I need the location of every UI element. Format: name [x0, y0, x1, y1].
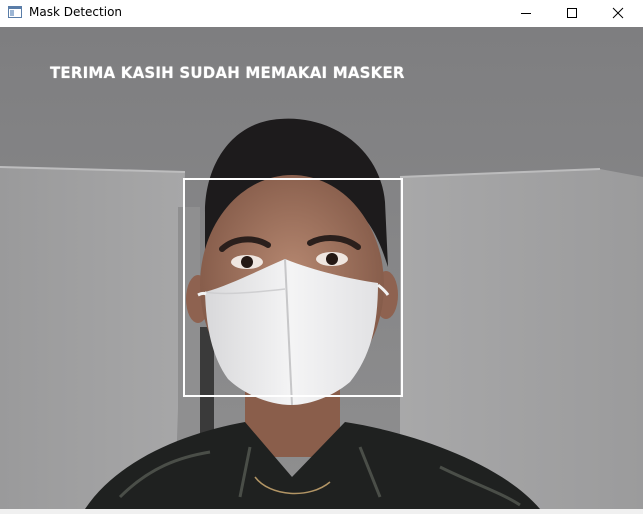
- title-bar[interactable]: Mask Detection: [0, 0, 643, 26]
- mask-detection-window: Mask Detection TERIMA KASIH SUDAH MEMAKA…: [0, 0, 643, 514]
- minimize-icon: [521, 13, 531, 14]
- mask-status-message: TERIMA KASIH SUDAH MEMAKAI MASKER: [50, 63, 405, 83]
- window-bottom-border: [0, 509, 643, 514]
- face-detection-box: [183, 178, 403, 397]
- window-title: Mask Detection: [29, 5, 123, 19]
- app-window-icon: [8, 6, 22, 18]
- camera-feed: TERIMA KASIH SUDAH MEMAKAI MASKER: [0, 27, 643, 509]
- maximize-button[interactable]: [549, 0, 595, 26]
- close-button[interactable]: [595, 0, 641, 26]
- maximize-icon: [567, 8, 577, 18]
- close-icon: [612, 7, 624, 19]
- minimize-button[interactable]: [503, 0, 549, 26]
